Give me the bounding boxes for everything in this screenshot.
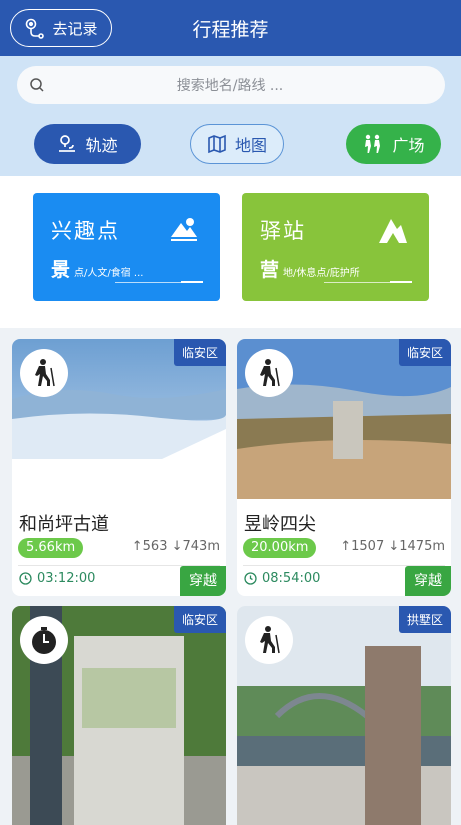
ascent-value: ↑563: [131, 539, 168, 554]
app-header: 去记录 行程推荐: [0, 0, 461, 56]
track-button[interactable]: 轨迹: [34, 124, 141, 164]
clock-icon: [19, 572, 32, 585]
camp-shelter-icon: [379, 219, 407, 243]
elevation-stats: ↑563 ↓743m: [132, 539, 220, 554]
district-badge: 临安区: [173, 606, 226, 633]
group-hikers-icon: [365, 134, 381, 153]
search-input[interactable]: 搜索地名/路线 ...: [17, 66, 445, 104]
hiker-icon: [245, 616, 293, 664]
hiker-icon: [245, 349, 293, 397]
duration-value: 03:12:00: [37, 571, 96, 586]
route-type-tag: 穿越: [405, 566, 451, 596]
route-name: 和尚坪古道: [19, 514, 109, 535]
route-card[interactable]: 临安区 昱岭四尖 20.00km ↑1507 ↓1475m 08:54:00 穿…: [237, 339, 451, 596]
station-underline-accent: [390, 281, 412, 283]
poi-title: 兴趣点: [51, 219, 120, 243]
district-badge: 临安区: [398, 339, 451, 366]
descent-value: ↓743m: [171, 539, 220, 554]
poi-underline-accent: [181, 281, 203, 283]
elevation-stats: ↑1507 ↓1475m: [340, 539, 445, 554]
square-label: 广场: [392, 136, 425, 155]
poi-big-char: 景: [51, 259, 71, 281]
poi-subtitle: 点/人文/食宿 ...: [74, 268, 144, 279]
square-button[interactable]: 广场: [346, 124, 441, 164]
station-category-card[interactable]: 驿站 营 地/休息点/庇护所: [242, 193, 429, 301]
ascent-value: ↑1507: [340, 539, 385, 554]
poi-category-card[interactable]: 兴趣点 景 点/人文/食宿 ...: [33, 193, 220, 301]
search-icon: [30, 78, 44, 92]
station-big-char: 营: [260, 259, 280, 281]
clock-icon: [244, 572, 257, 585]
duration: 08:54:00: [244, 571, 320, 586]
track-pin-icon: [59, 135, 76, 152]
map-label: 地图: [234, 136, 267, 155]
track-label: 轨迹: [85, 136, 118, 155]
route-name: 昱岭四尖: [244, 514, 316, 535]
route-card[interactable]: 临安区 和尚坪古道 5.66km ↑563 ↓743m 03:12:00 穿越: [12, 339, 226, 596]
duration-value: 08:54:00: [262, 571, 321, 586]
map-icon: [208, 134, 226, 154]
hiker-icon: [20, 349, 68, 397]
search-placeholder: 搜索地名/路线 ...: [176, 78, 284, 94]
distance-badge: 20.00km: [243, 538, 317, 558]
station-title: 驿站: [260, 219, 306, 243]
duration: 03:12:00: [19, 571, 95, 586]
stopwatch-icon: [20, 616, 68, 664]
mountain-cloud-icon: [171, 218, 197, 241]
station-subtitle: 地/休息点/庇护所: [283, 268, 360, 279]
district-badge: 拱墅区: [398, 606, 451, 633]
route-card[interactable]: 拱墅区: [237, 606, 451, 825]
page-title: 行程推荐: [192, 19, 269, 41]
map-button[interactable]: 地图: [190, 124, 284, 164]
distance-badge: 5.66km: [18, 538, 84, 558]
route-type-tag: 穿越: [180, 566, 226, 596]
route-card[interactable]: 临安区: [12, 606, 226, 825]
district-badge: 临安区: [173, 339, 226, 366]
descent-value: ↓1475m: [388, 539, 445, 554]
